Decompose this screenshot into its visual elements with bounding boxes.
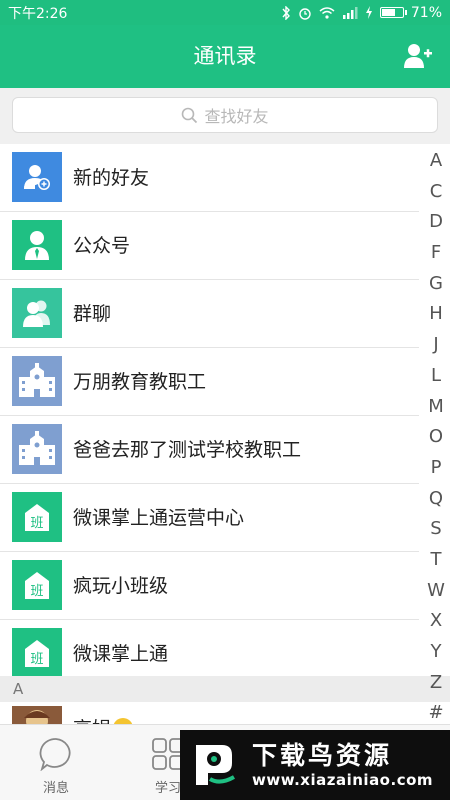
index-letter[interactable]: Z	[421, 668, 450, 699]
watermark-title: 下载鸟资源	[252, 741, 393, 770]
contact-label: 爸爸去那了测试学校教职工	[73, 439, 302, 461]
search-placeholder: 查找好友	[204, 107, 269, 126]
contact-label: 新的好友	[73, 167, 150, 189]
charging-icon	[365, 6, 372, 19]
school-building-icon	[12, 424, 62, 474]
status-bar: 下午2:26 71%	[0, 0, 450, 25]
contact-label: 微课掌上通运营中心	[73, 507, 245, 529]
index-letter[interactable]: O	[421, 422, 450, 453]
index-letter[interactable]: Q	[421, 484, 450, 515]
contact-row-partial[interactable]: 高娟	[0, 702, 450, 724]
app-header: 通讯录	[0, 25, 450, 88]
index-letter[interactable]: F	[421, 238, 450, 269]
class-icon: 班	[12, 560, 62, 610]
contact-row-official-accounts[interactable]: 公众号	[0, 212, 419, 280]
index-letter[interactable]: T	[421, 545, 450, 576]
search-bar-container: 查找好友	[0, 88, 450, 144]
search-icon	[182, 107, 198, 123]
contact-label: 高娟	[73, 714, 111, 724]
add-contact-icon[interactable]	[404, 43, 432, 69]
index-letter[interactable]: D	[421, 207, 450, 238]
index-letter[interactable]: G	[421, 269, 450, 300]
alarm-icon	[299, 7, 311, 20]
contact-list: 新的好友 公众号 群聊 万朋教育教职工 爸爸去那了测试学校教职工 班 微课掌上通…	[0, 144, 419, 688]
contact-label: 疯玩小班级	[73, 575, 169, 597]
status-time: 下午2:26	[8, 5, 68, 22]
index-letter[interactable]: H	[421, 299, 450, 330]
bluetooth-icon	[282, 5, 290, 20]
new-friend-icon	[12, 152, 62, 202]
nav-label: 消息	[42, 781, 69, 796]
status-icons: 71%	[281, 5, 442, 21]
index-letter[interactable]: Y	[421, 637, 450, 668]
watermark-url: www.xiazainiao.com	[252, 771, 434, 789]
chat-bubble-icon	[39, 738, 71, 771]
battery-icon	[379, 7, 407, 18]
svg-text:班: 班	[30, 584, 43, 599]
index-letter[interactable]: L	[421, 361, 450, 392]
signal-icon	[342, 6, 358, 19]
index-letter[interactable]: A	[421, 146, 450, 177]
index-letter[interactable]: J	[421, 330, 450, 361]
contact-label: 公众号	[73, 235, 131, 257]
index-letter[interactable]: W	[421, 576, 450, 607]
contact-label: 万朋教育教职工	[73, 371, 207, 393]
battery-percent: 71%	[410, 4, 442, 21]
contact-row-class[interactable]: 班 疯玩小班级	[0, 552, 419, 620]
contact-row-new-friends[interactable]: 新的好友	[0, 144, 419, 212]
group-chat-icon	[12, 288, 62, 338]
index-letter[interactable]: M	[421, 392, 450, 423]
index-letter[interactable]: C	[421, 177, 450, 208]
class-icon: 班	[12, 628, 62, 678]
contact-row-group-chats[interactable]: 群聊	[0, 280, 419, 348]
index-letter[interactable]: X	[421, 606, 450, 637]
watermark-logo-icon	[190, 739, 242, 791]
page-title: 通讯录	[193, 44, 257, 68]
wifi-icon	[319, 6, 335, 19]
contact-row-class[interactable]: 班 微课掌上通运营中心	[0, 484, 419, 552]
class-icon: 班	[12, 492, 62, 542]
index-letter[interactable]: P	[421, 453, 450, 484]
avatar	[12, 706, 62, 724]
official-account-icon	[12, 220, 62, 270]
index-letter[interactable]: S	[421, 514, 450, 545]
nav-messages[interactable]: 消息	[16, 725, 96, 801]
alphabet-index[interactable]: A C D F G H J L M O P Q S T W X Y Z #	[421, 146, 450, 729]
school-building-icon	[12, 356, 62, 406]
watermark-banner: 下载鸟资源 www.xiazainiao.com	[180, 730, 450, 800]
contact-label: 群聊	[73, 303, 112, 325]
contact-row-staff-group[interactable]: 万朋教育教职工	[0, 348, 419, 416]
svg-text:班: 班	[30, 516, 43, 531]
contact-row-staff-group[interactable]: 爸爸去那了测试学校教职工	[0, 416, 419, 484]
section-header: A	[0, 676, 450, 702]
search-input[interactable]: 查找好友	[12, 97, 438, 133]
svg-text:班: 班	[30, 652, 43, 667]
